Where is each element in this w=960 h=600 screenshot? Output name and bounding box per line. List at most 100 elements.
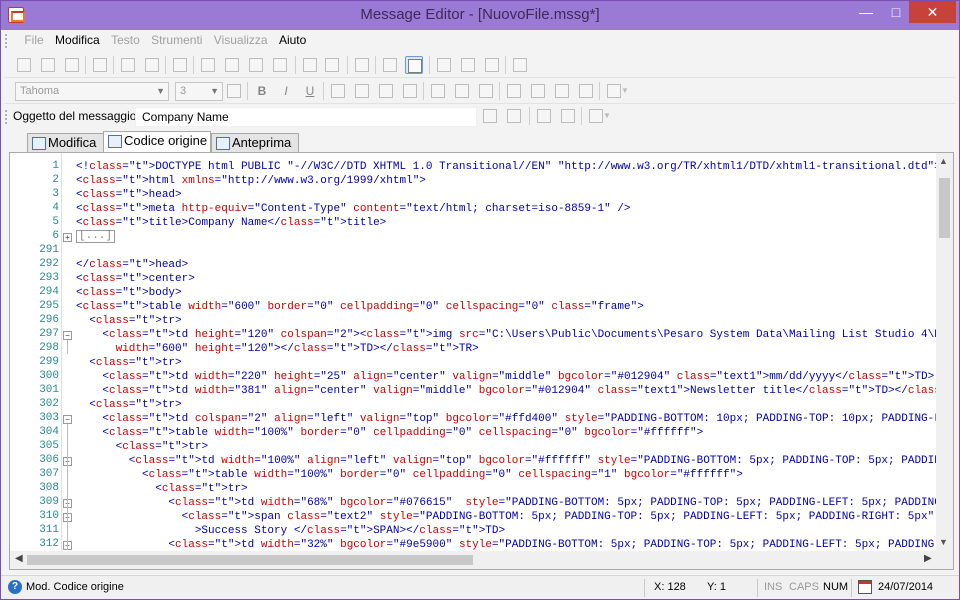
open-file-button[interactable]: [39, 56, 57, 74]
scroll-down-icon[interactable]: ▼: [939, 537, 948, 547]
code-line[interactable]: <class="t">table width="100%" border="0"…: [76, 426, 703, 440]
align-center-button[interactable]: [453, 82, 471, 100]
horizontal-rule-button[interactable]: [553, 82, 571, 100]
vertical-scroll-thumb[interactable]: [939, 178, 950, 238]
menu-aiuto[interactable]: Aiuto: [275, 31, 310, 49]
send-test-button[interactable]: [511, 56, 529, 74]
align-left-button[interactable]: [429, 82, 447, 100]
bold-button[interactable]: B: [253, 82, 271, 100]
code-area[interactable]: <!class="t">DOCTYPE html PUBLIC "-//W3C/…: [76, 160, 936, 550]
close-button[interactable]: ✕: [909, 1, 956, 23]
web-button[interactable]: [483, 56, 501, 74]
cut-button[interactable]: [199, 56, 217, 74]
code-line[interactable]: <class="t">table width="600" border="0" …: [76, 300, 644, 314]
indent-button[interactable]: [401, 82, 419, 100]
code-line[interactable]: <class="t">tr>: [76, 398, 181, 412]
code-line[interactable]: <!class="t">DOCTYPE html PUBLIC "-//W3C/…: [76, 160, 936, 174]
grid-view-button[interactable]: [405, 56, 423, 74]
numbered-list-button[interactable]: [329, 82, 347, 100]
find-button[interactable]: [353, 56, 371, 74]
insert-picture-button[interactable]: [505, 82, 523, 100]
menu-strumenti[interactable]: Strumenti: [147, 31, 206, 49]
code-line[interactable]: </class="t">head>: [76, 258, 188, 272]
code-line[interactable]: <class="t">title>Company Name</class="t"…: [76, 216, 386, 230]
horizontal-scrollbar[interactable]: ◀ ▶: [10, 551, 953, 569]
menu-file[interactable]: File: [20, 31, 47, 49]
insert-field-button[interactable]: [459, 56, 477, 74]
font-family-select[interactable]: Tahoma ▼: [15, 82, 169, 101]
horizontal-scroll-thumb[interactable]: [27, 555, 473, 565]
code-line[interactable]: <class="t">tr>: [76, 440, 208, 454]
menu-testo[interactable]: Testo: [107, 31, 144, 49]
replace-button[interactable]: [381, 56, 399, 74]
code-line[interactable]: <class="t">td width="220" height="25" al…: [76, 370, 934, 384]
outdent-button[interactable]: [377, 82, 395, 100]
code-line[interactable]: <class="t">meta http-equiv="Content-Type…: [76, 202, 631, 216]
scroll-up-icon[interactable]: ▲: [939, 156, 948, 166]
bullet-list-button[interactable]: [353, 82, 371, 100]
new-file-button[interactable]: [15, 56, 33, 74]
italic-button[interactable]: I: [277, 82, 295, 100]
vertical-scrollbar[interactable]: ▲ ▼: [936, 153, 953, 551]
code-line[interactable]: <class="t">td colspan="2" align="left" v…: [76, 412, 936, 426]
redo-button[interactable]: [323, 56, 341, 74]
code-line[interactable]: <class="t">head>: [76, 188, 182, 202]
template-button[interactable]: [143, 56, 161, 74]
maximize-button[interactable]: □: [881, 1, 911, 23]
code-line[interactable]: <class="t">td width="32%" bgcolor="#9e59…: [76, 538, 936, 550]
paste-special-button[interactable]: [271, 56, 289, 74]
code-line[interactable]: <class="t">td width="100%" align="left" …: [76, 454, 936, 468]
code-line[interactable]: >Success Story </class="t">SPAN></class=…: [76, 524, 505, 538]
subject-input[interactable]: Company Name: [135, 107, 477, 127]
move-down-button[interactable]: [535, 107, 553, 125]
tools-dropdown-button[interactable]: ▼: [621, 82, 639, 100]
code-line[interactable]: <class="t">tr>: [76, 314, 181, 328]
title-bar[interactable]: Message Editor - [NuovoFile.mssg*] — □ ✕: [1, 1, 959, 30]
font-size-select[interactable]: 3 ▼: [175, 82, 223, 101]
save-button[interactable]: [63, 56, 81, 74]
code-line[interactable]: <class="t">td width="381" align="center"…: [76, 384, 936, 398]
scroll-right-icon[interactable]: ▶: [924, 553, 932, 564]
copy-button[interactable]: [223, 56, 241, 74]
code-line[interactable]: <class="t">table width="100%" border="0"…: [76, 468, 743, 482]
code-line[interactable]: <class="t">center>: [76, 272, 195, 286]
insert-image-button[interactable]: [435, 56, 453, 74]
code-line[interactable]: <class="t">tr>: [76, 482, 247, 496]
print-button[interactable]: [171, 56, 189, 74]
undo-button[interactable]: [301, 56, 319, 74]
tab-modifica[interactable]: Modifica: [27, 133, 111, 153]
code-line[interactable]: <class="t">span class="text2" style="PAD…: [76, 510, 935, 524]
code-line[interactable]: width="600" height="120"></class="t">TD>…: [76, 342, 479, 356]
insert-table-button[interactable]: [577, 82, 595, 100]
code-line[interactable]: <class="t">tr>: [76, 356, 181, 370]
menu-visualizza[interactable]: Visualizza: [210, 31, 272, 49]
underline-button[interactable]: U: [301, 82, 319, 100]
font-color-button[interactable]: [225, 82, 243, 100]
collapsed-region-marker[interactable]: [...]: [76, 230, 116, 243]
collapse-fold-icon[interactable]: −: [63, 415, 72, 424]
options-dropdown-button[interactable]: ▼: [603, 107, 621, 125]
tab-codice-origine[interactable]: Codice origine: [103, 131, 211, 153]
code-line[interactable]: <class="t">td width="68%" bgcolor="#0766…: [76, 496, 936, 510]
refresh-subject-button[interactable]: [505, 107, 523, 125]
code-line[interactable]: <class="t">html xmlns="http://www.w3.org…: [76, 174, 426, 188]
text-button[interactable]: [91, 56, 109, 74]
subject-grip[interactable]: [5, 110, 8, 124]
collapse-fold-icon[interactable]: −: [63, 331, 72, 340]
paste-button[interactable]: [247, 56, 265, 74]
word-import-button[interactable]: [119, 56, 137, 74]
expand-fold-icon[interactable]: +: [63, 233, 72, 242]
insert-link-button[interactable]: [529, 82, 547, 100]
align-right-button[interactable]: [477, 82, 495, 100]
code-line[interactable]: <class="t">td height="120" colspan="2"><…: [76, 328, 936, 342]
minimize-button[interactable]: —: [851, 1, 881, 23]
clear-subject-button[interactable]: [481, 107, 499, 125]
priority-button[interactable]: [559, 107, 577, 125]
code-line[interactable]: <class="t">body>: [76, 286, 182, 300]
source-editor[interactable]: 1 2 3 4 5 6 291 292 293 294 295 296 297 298 299 300 301 3…: [9, 152, 954, 570]
menu-modifica[interactable]: Modifica: [51, 31, 104, 49]
help-icon[interactable]: ?: [8, 580, 22, 594]
scroll-left-icon[interactable]: ◀: [15, 553, 23, 564]
menu-grip[interactable]: [5, 33, 15, 48]
tab-anteprima[interactable]: Anteprima: [211, 133, 299, 153]
